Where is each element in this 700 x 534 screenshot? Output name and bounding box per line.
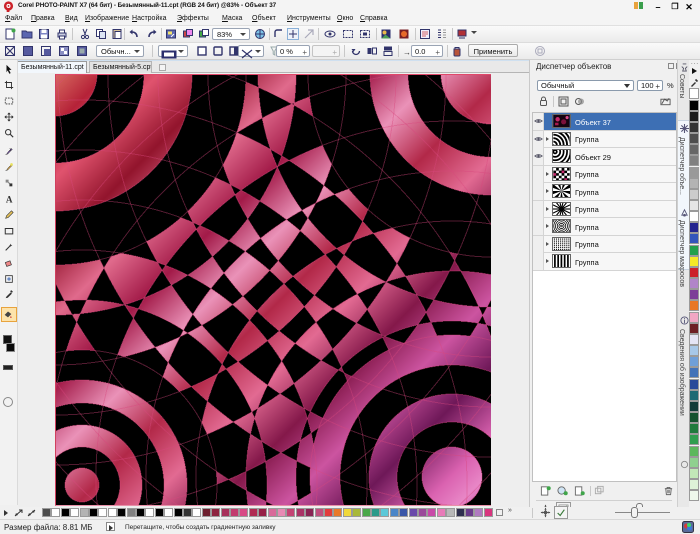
svg-text:A: A: [6, 194, 13, 204]
